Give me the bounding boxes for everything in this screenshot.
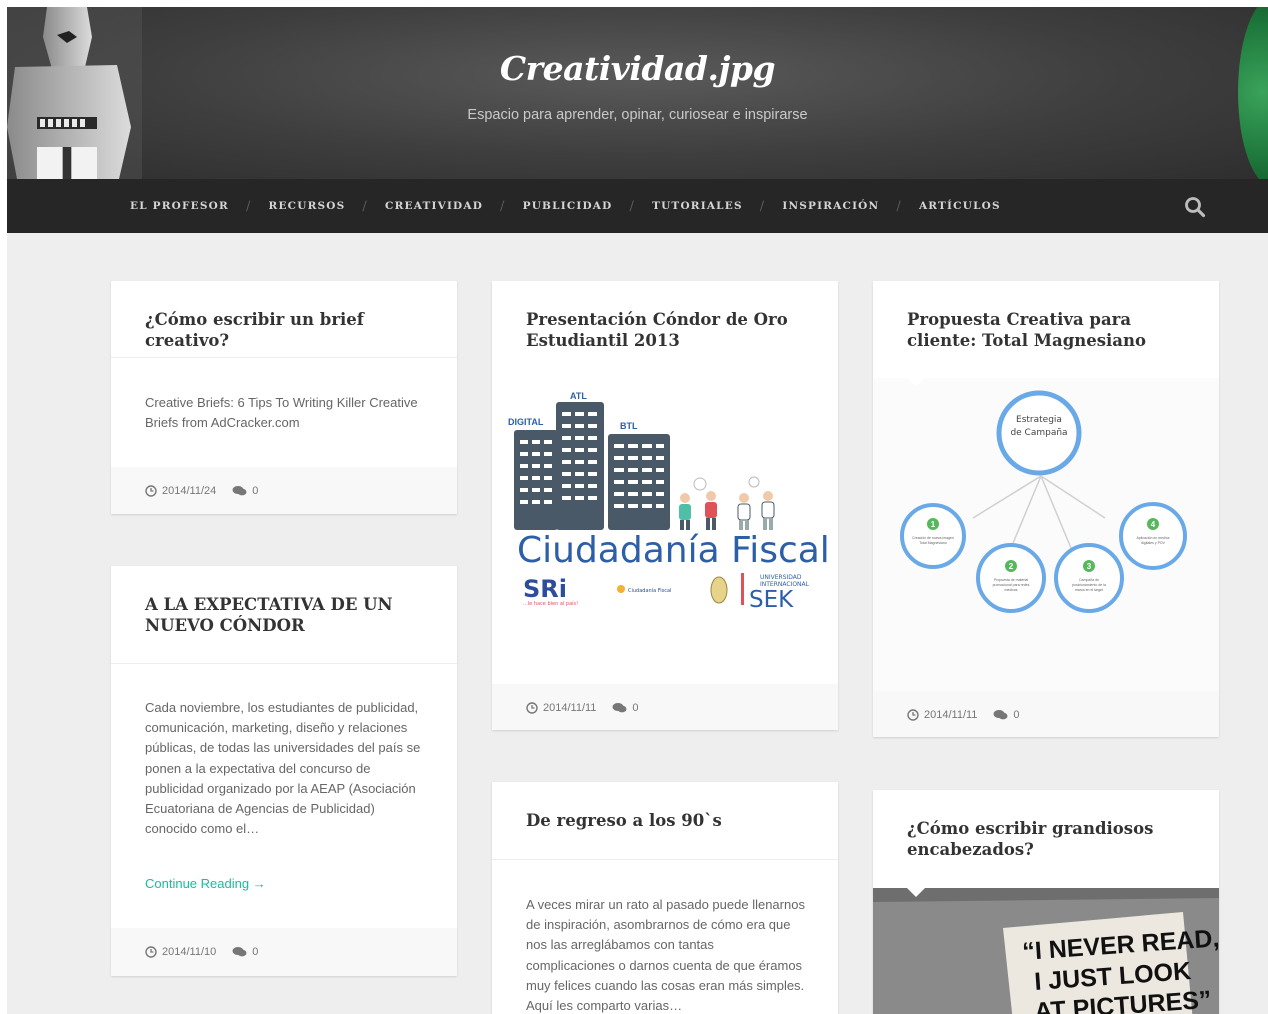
ciudadania-fiscal-graphic: ATL DIGITAL BTL Ciudadanía Fiscal SRi ..…	[508, 391, 830, 613]
node-4-number: 4	[1151, 520, 1156, 529]
comments-icon	[232, 947, 247, 957]
node-3-number: 3	[1087, 562, 1092, 571]
post-excerpt: A veces mirar un rato al pasado puede ll…	[526, 897, 805, 1014]
post-featured-image[interactable]: ATL DIGITAL BTL Ciudadanía Fiscal SRi ..…	[492, 378, 838, 684]
continue-reading-link[interactable]: Continue Reading →	[145, 876, 266, 891]
stormtrooper-image	[7, 7, 142, 179]
post-meta: 2014/11/11 0	[873, 691, 1219, 737]
post-card: ¿Cómo escribir grandiosos encabezados? “…	[873, 790, 1219, 1014]
divider-notch	[907, 888, 925, 897]
label-digital: DIGITAL	[508, 417, 544, 427]
node-3-text-2: posicionamiento de la	[1072, 583, 1106, 587]
post-featured-image[interactable]: “I NEVER READ, I JUST LOOK AT PICTURES”	[873, 888, 1219, 1014]
comments-icon	[612, 703, 627, 713]
nav-item-inspiracion[interactable]: INSPIRACIÓN	[782, 200, 879, 212]
sek-university-label: UNIVERSIDAD	[760, 574, 802, 581]
divider-notch	[907, 378, 925, 387]
node-1-number: 1	[931, 520, 936, 529]
nav-item-creatividad[interactable]: CREATIVIDAD	[385, 200, 483, 212]
divider-notch	[526, 860, 544, 869]
ciudadania-fiscal-headline: Ciudadanía Fiscal	[517, 530, 830, 571]
divider-notch	[145, 664, 163, 673]
node-2-text-2: promocional para redes	[993, 583, 1030, 587]
nav-separator: /	[500, 198, 506, 214]
nav-item-el-profesor[interactable]: EL PROFESOR	[130, 200, 229, 212]
sri-tagline: ...le hace bien al país!	[523, 600, 578, 607]
post-date[interactable]: 2014/11/11	[543, 702, 596, 714]
post-card: Propuesta Creativa para cliente: Total M…	[873, 281, 1219, 737]
divider-notch	[526, 378, 544, 387]
nav-item-publicidad[interactable]: PUBLICIDAD	[523, 200, 613, 212]
post-card: De regreso a los 90`s A veces mirar un r…	[492, 782, 838, 1014]
site-title[interactable]: Creatividad.jpg	[7, 49, 1268, 88]
divider-notch	[145, 358, 163, 367]
comments-icon	[232, 486, 247, 496]
node-3-text-3: marca en el target	[1075, 588, 1103, 592]
comment-count[interactable]: 0	[632, 702, 638, 714]
post-title[interactable]: Propuesta Creativa para cliente: Total M…	[907, 309, 1189, 351]
post-title[interactable]: Presentación Cóndor de Oro Estudiantil 2…	[526, 309, 808, 351]
node-2-text-1: Propuesta de material	[994, 578, 1028, 582]
post-title[interactable]: ¿Cómo escribir grandiosos encabezados?	[907, 818, 1189, 860]
node-2-number: 2	[1009, 562, 1014, 571]
sri-logo: SRi	[523, 575, 567, 603]
comment-count[interactable]: 0	[252, 946, 258, 958]
center-label-1: Estrategia	[1016, 415, 1062, 425]
nav-item-tutoriales[interactable]: TUTORIALES	[652, 200, 743, 212]
nav-item-recursos[interactable]: RECURSOS	[269, 200, 346, 212]
comments-icon	[993, 710, 1008, 720]
sek-logo: SEK	[749, 587, 794, 613]
site-description: Espacio para aprender, opinar, curiosear…	[467, 107, 808, 123]
strategy-diagram: Estrategia de Campaña 1 Creación de nuev…	[900, 390, 1187, 613]
post-card: ¿Cómo escribir un brief creativo? Creati…	[111, 281, 457, 514]
post-featured-image[interactable]: Estrategia de Campaña 1 Creación de nuev…	[873, 378, 1219, 691]
site-header: Creatividad.jpg Espacio para aprender, o…	[7, 7, 1268, 179]
nav-separator: /	[245, 198, 252, 214]
post-excerpt: Cada noviembre, los estudiantes de publi…	[145, 700, 421, 837]
nav-separator: /	[759, 198, 766, 214]
clock-icon	[526, 702, 538, 714]
nav-separator: /	[629, 198, 636, 214]
clock-icon	[145, 485, 157, 497]
nav-separator: /	[896, 198, 902, 214]
post-meta: 2014/11/11 0	[492, 684, 838, 730]
label-btl: BTL	[620, 421, 638, 431]
node-4-text-1: Aplicación en medios	[1136, 536, 1169, 540]
post-date[interactable]: 2014/11/24	[162, 485, 216, 497]
search-icon[interactable]	[1184, 196, 1206, 218]
label-atl: ATL	[570, 391, 587, 401]
post-title[interactable]: A LA EXPECTATIVA DE UN NUEVO CÓNDOR	[145, 594, 427, 636]
clock-icon	[907, 709, 919, 721]
never-read-picture: “I NEVER READ, I JUST LOOK AT PICTURES”	[873, 888, 1219, 1014]
post-meta: 2014/11/10 0	[111, 928, 457, 976]
ciudadania-fiscal-logo: Ciudadanía Fiscal	[628, 587, 671, 594]
main-navigation: EL PROFESOR / RECURSOS / CREATIVIDAD / P…	[7, 179, 1268, 233]
post-date[interactable]: 2014/11/10	[162, 946, 216, 958]
clock-icon	[145, 946, 157, 958]
node-2-text-3: médicas	[1004, 588, 1017, 592]
page-frame: Creatividad.jpg Espacio para aprender, o…	[7, 7, 1268, 1014]
post-card: Presentación Cóndor de Oro Estudiantil 2…	[492, 281, 838, 730]
post-excerpt: Creative Briefs: 6 Tips To Writing Kille…	[145, 395, 418, 431]
nav-item-articulos[interactable]: ARTÍCULOS	[919, 200, 1001, 212]
post-card: A LA EXPECTATIVA DE UN NUEVO CÓNDOR Cada…	[111, 566, 457, 976]
node-3-text-1: Campaña de	[1079, 578, 1099, 582]
post-meta: 2014/11/24 0	[111, 467, 457, 514]
comment-count[interactable]: 0	[252, 485, 258, 497]
people-illustration	[679, 476, 775, 530]
post-title[interactable]: ¿Cómo escribir un brief creativo?	[145, 309, 427, 351]
post-title[interactable]: De regreso a los 90`s	[526, 810, 808, 831]
nav-separator: /	[362, 198, 369, 214]
node-1-text-2: Total Magnesiano	[919, 541, 946, 545]
center-label-2: de Campaña	[1010, 428, 1067, 438]
node-4-text-2: digitales y POV	[1141, 541, 1166, 545]
comment-count[interactable]: 0	[1013, 709, 1019, 721]
post-date[interactable]: 2014/11/11	[924, 709, 977, 721]
node-1-text-1: Creación de nueva imagen	[912, 536, 954, 540]
green-circle-decoration	[1238, 7, 1268, 179]
